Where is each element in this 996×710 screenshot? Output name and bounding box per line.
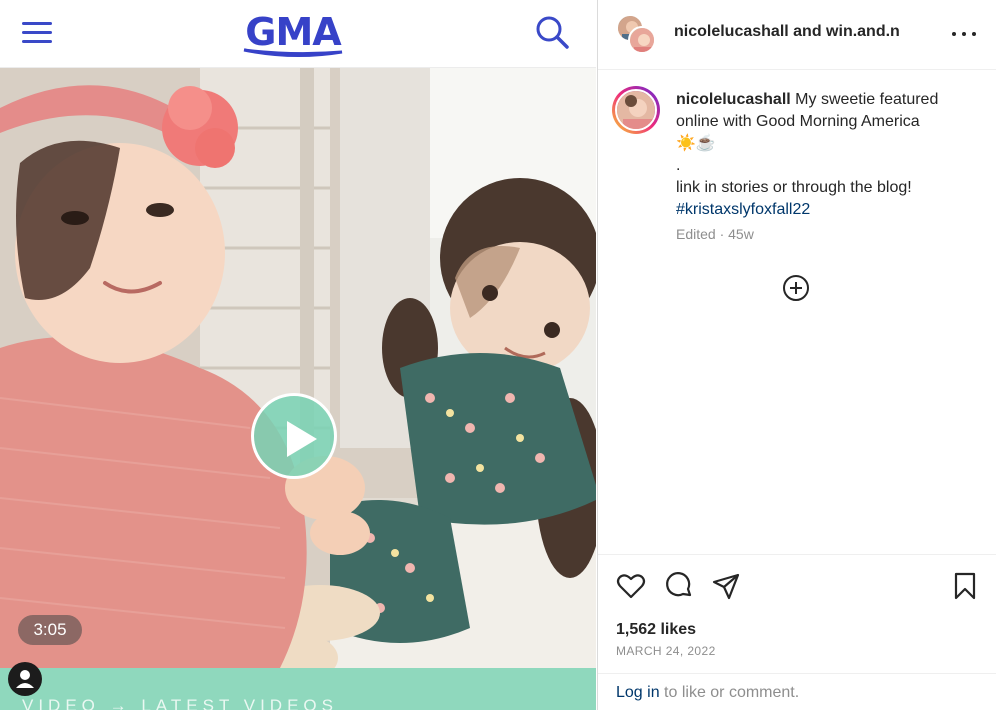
breadcrumb[interactable]: VIDEO → LATEST VIDEOS [22,696,338,710]
add-comment-icon[interactable] [782,274,810,302]
post-author-names[interactable]: nicolelucashall and win.and.n [674,22,900,42]
gma-video-embed: GMA 3:05 VIDEO → LATEST VIDEOS [0,0,596,710]
share-icon[interactable] [711,571,741,601]
logo-swoosh-icon [243,48,343,58]
login-suffix: to like or comment. [659,684,800,701]
caption-link-text: link in stories or through the blog! [676,179,912,196]
bookmark-icon[interactable] [950,571,980,601]
gma-logo[interactable]: GMA [238,10,348,60]
more-options-icon[interactable] [950,20,978,48]
comment-icon[interactable] [664,571,694,601]
caption-username[interactable]: nicolelucashall [676,91,791,108]
search-icon[interactable] [534,14,570,50]
thumbnail-illustration [0,68,596,668]
post-date[interactable]: MARCH 24, 2022 [616,644,716,658]
post-caption: nicolelucashall My sweetie featured onli… [676,89,981,221]
caption-avatar[interactable] [612,86,660,134]
caption-hashtag[interactable]: #kristaxslyfoxfall22 [676,199,981,221]
avatar[interactable] [628,26,656,54]
play-button[interactable] [251,393,337,479]
like-count[interactable]: 1,562 likes [616,620,696,640]
video-thumbnail[interactable] [0,68,596,668]
play-icon [287,421,317,457]
menu-icon[interactable] [22,22,52,44]
instagram-post-panel: nicolelucashall and win.and.n nicoleluca… [597,0,996,710]
caption-separator: . [676,157,681,174]
login-link[interactable]: Log in [616,684,660,701]
heart-icon[interactable] [616,571,646,601]
caption-emojis: ☀️☕ [676,135,716,152]
post-header: nicolelucashall and win.and.n [598,0,996,70]
edited-timestamp: Edited · 45w [676,226,754,242]
video-duration: 3:05 [18,615,82,645]
user-icon[interactable] [8,662,42,696]
login-prompt: Log in to like or comment. [616,683,799,703]
gma-header: GMA [0,0,596,68]
